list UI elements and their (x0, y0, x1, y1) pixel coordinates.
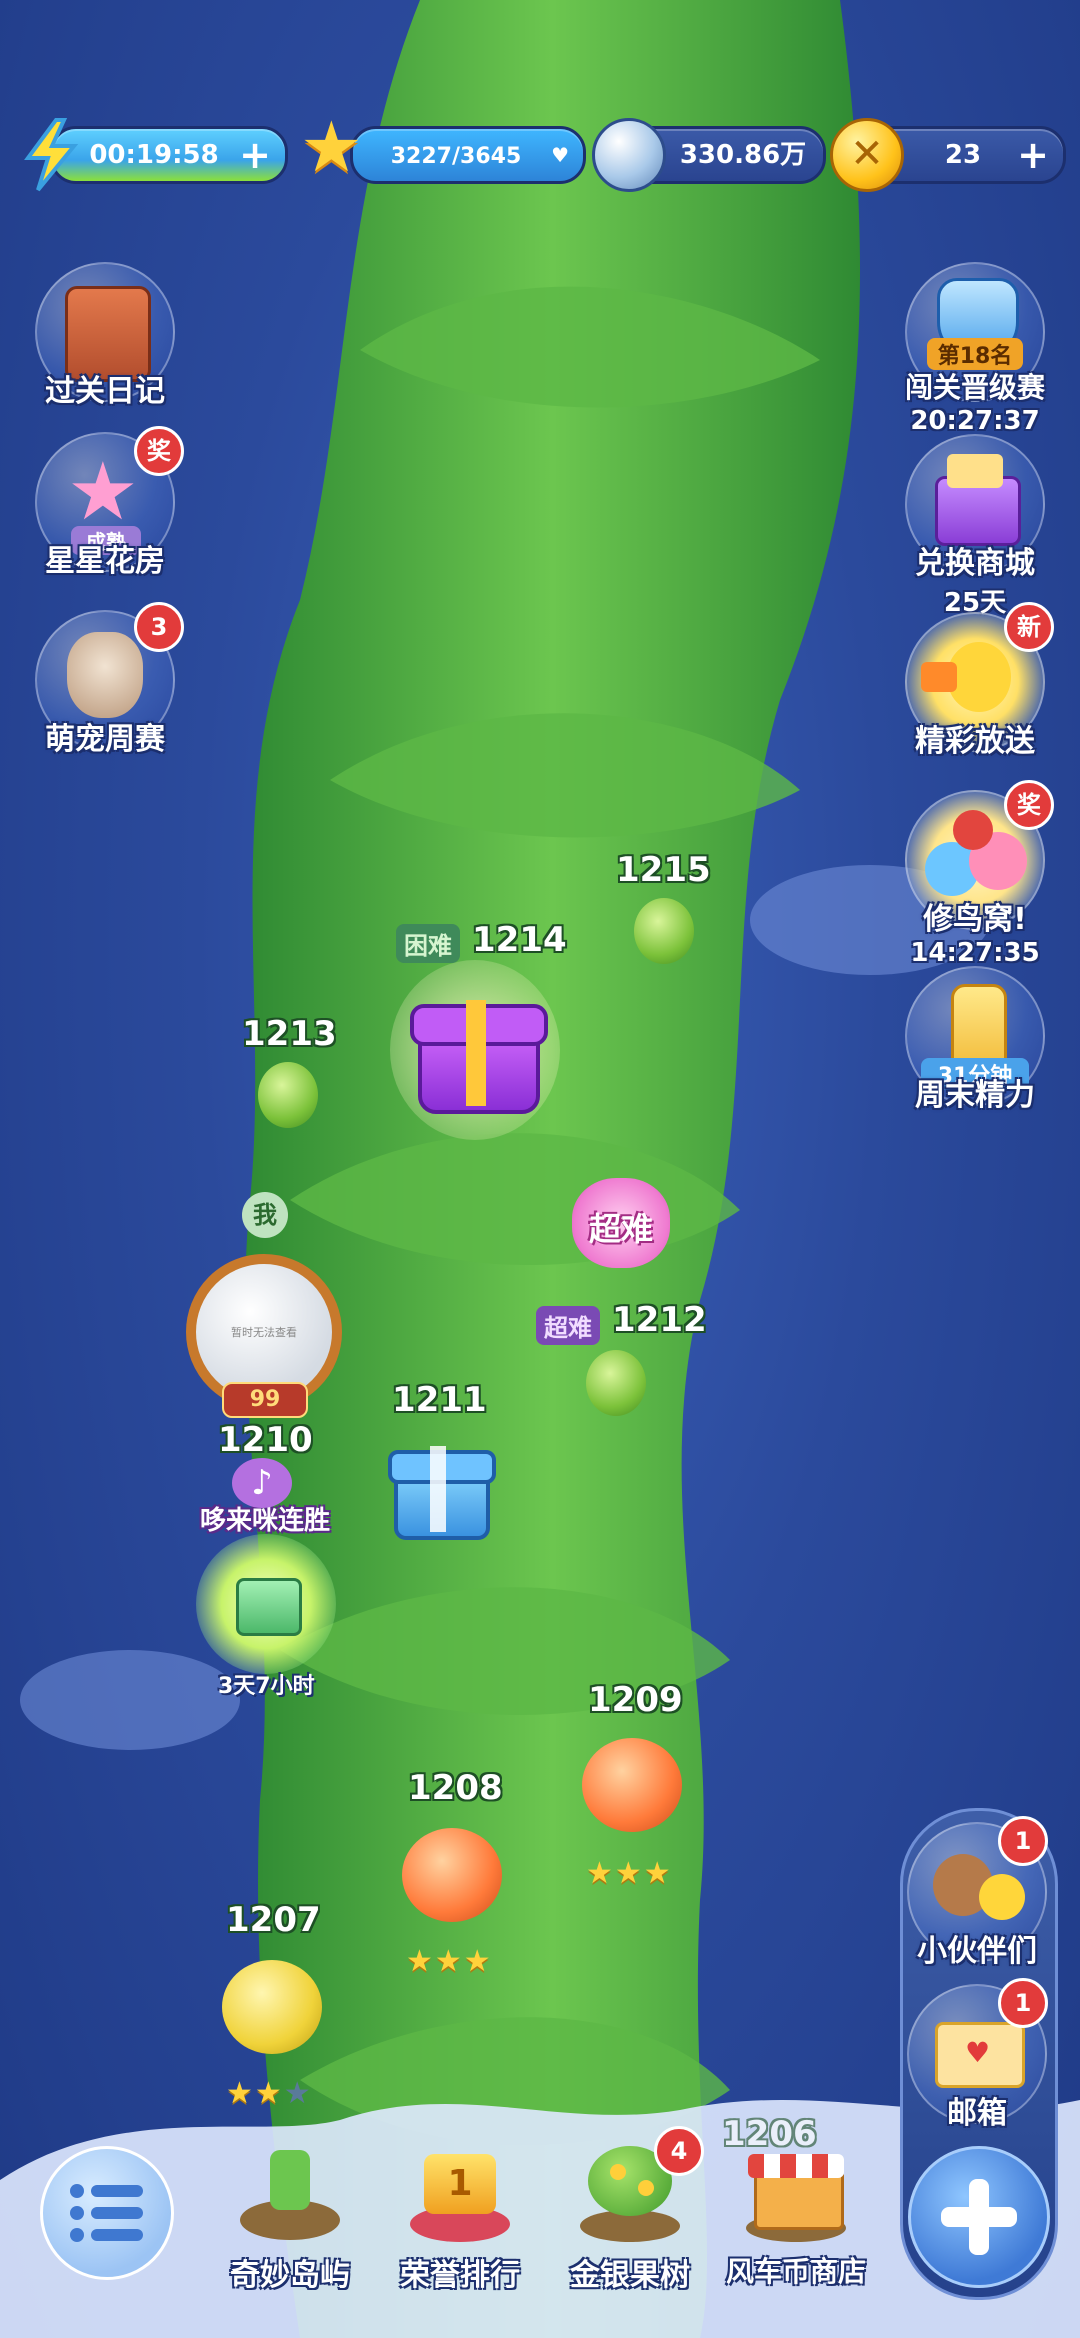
count-badge: 3 (134, 602, 184, 652)
weekend-energy-label: 周末精力 (915, 1078, 1035, 1113)
menu-icon (70, 2184, 143, 2242)
nav-gold-silver-tree-label: 金银果树 (570, 2258, 690, 2293)
new-badge: 新 (1004, 602, 1054, 652)
energy-timer-text: 00:19:58 (89, 140, 219, 170)
level-1210-gift-node[interactable] (196, 1534, 336, 1674)
featured-broadcast-button[interactable]: 精彩放送 新 (900, 602, 1054, 760)
level-1208-stars: ★★★ (406, 1944, 493, 1979)
island-palm-icon (230, 2140, 350, 2250)
level-1214-label: 1214 (472, 920, 567, 960)
repair-nest-button[interactable]: 修鸟窝! 14:27:35 奖 (900, 780, 1054, 968)
exchange-shop-button[interactable]: 兑换商城 25天 (900, 434, 1050, 619)
silver-amount-text: 330.86万 (679, 140, 807, 170)
mailbox-badge: 1 (998, 1978, 1048, 2028)
level-1214-gift-node[interactable] (390, 960, 560, 1140)
reward-badge: 奖 (1004, 780, 1054, 830)
promotion-contest-label: 闯关晋级赛 (904, 371, 1045, 404)
super-hard-flower-text: 超难 (588, 1210, 653, 1248)
level-1209-node[interactable] (582, 1738, 682, 1832)
stars-progress-text: 3227/3645 (390, 144, 522, 169)
level-diary-label: 过关日记 (45, 374, 165, 409)
level-1207-node[interactable] (222, 1960, 322, 2054)
green-gift-icon (236, 1578, 302, 1636)
reward-badge: 奖 (134, 426, 184, 476)
level-1208-node[interactable] (402, 1828, 502, 1922)
level-1215-label: 1215 (616, 850, 711, 890)
player-level-ribbon: 99 (222, 1382, 308, 1418)
stars-progress-pill[interactable]: 3227/3645 ♥ (350, 126, 586, 184)
level-diary-button[interactable]: 过关日记 (30, 262, 180, 410)
coins-text: 23 (944, 140, 982, 170)
level-1212-label: 1212 (612, 1300, 707, 1340)
nav-wonder-island-label: 奇妙岛屿 (230, 2258, 350, 2293)
level-1207-label: 1207 (226, 1900, 321, 1940)
nav-windmill-shop[interactable]: 风车币商店 (716, 2140, 876, 2290)
level-1210-label: 1210 (218, 1420, 313, 1460)
level-1215-node[interactable] (634, 898, 694, 964)
repair-nest-timer: 14:27:35 (910, 938, 1040, 968)
nav-honor-ranking[interactable]: 1 荣誉排行 (380, 2140, 540, 2294)
pet-weekly-contest-label: 萌宠周赛 (45, 722, 165, 757)
star-icon: ★ (300, 106, 363, 188)
exchange-shop-label: 兑换商城 (915, 546, 1035, 581)
level-1214-difficulty-tag: 困难 (396, 924, 460, 963)
tree-badge: 4 (654, 2126, 704, 2176)
nav-gold-silver-tree[interactable]: 金银果树 4 (550, 2126, 710, 2294)
level-1209-label: 1209 (588, 1680, 683, 1720)
friends-label: 小伙伴们 (917, 1934, 1037, 1969)
energy-timer-pill[interactable]: 00:19:58 + (50, 126, 288, 184)
nav-honor-ranking-label: 荣誉排行 (400, 2258, 520, 2293)
nav-windmill-shop-label: 风车币商店 (725, 2255, 866, 2288)
plus-icon (941, 2179, 1017, 2255)
expand-plus-button[interactable] (908, 2146, 1050, 2288)
streak-event-timer: 3天7小时 (218, 1674, 315, 1699)
me-marker: 我 (242, 1192, 288, 1238)
super-hard-flower-marker: 超难 (566, 1170, 676, 1274)
level-1213-node[interactable] (258, 1062, 318, 1128)
plus-icon[interactable]: + (239, 129, 271, 181)
shop-stall-icon (736, 2140, 856, 2250)
level-1208-label: 1208 (408, 1768, 503, 1808)
friends-badge: 1 (998, 1816, 1048, 1866)
menu-button[interactable] (40, 2146, 174, 2280)
mailbox-button[interactable]: ♥ 邮箱 1 (902, 1978, 1052, 2132)
plus-icon[interactable]: + (1017, 129, 1049, 181)
level-1212-difficulty-tag: 超难 (536, 1306, 600, 1345)
avatar-placeholder-text: 暂时无法查看 (231, 1326, 297, 1339)
nav-wonder-island[interactable]: 奇妙岛屿 (210, 2140, 370, 2294)
repair-nest-label: 修鸟窝! (923, 902, 1027, 937)
mailbox-label: 邮箱 (947, 2096, 1007, 2131)
leaf-coin-icon (592, 118, 666, 192)
lightning-icon (24, 118, 79, 192)
level-1211-label: 1211 (392, 1380, 487, 1420)
weekend-energy-button[interactable]: 31分钟 周末精力 (900, 966, 1050, 1114)
level-1213-label: 1213 (242, 1014, 337, 1054)
star-greenhouse-label: 星星花房 (45, 544, 165, 579)
gold-coin-icon: ✕ (830, 118, 904, 192)
music-note-icon: ♪ (232, 1458, 292, 1508)
promotion-contest-button[interactable]: 第18名 闯关晋级赛 20:27:37 (900, 262, 1050, 436)
level-1207-stars: ★★★ (226, 2076, 313, 2111)
heart-drop-icon: ♥ (551, 143, 569, 167)
level-1209-stars: ★★★ (586, 1856, 673, 1891)
crown-icon: 1 (400, 2140, 520, 2250)
featured-broadcast-label: 精彩放送 (915, 724, 1035, 759)
level-1211-gift-node[interactable] (388, 1430, 496, 1540)
level-1212-node[interactable] (586, 1350, 646, 1416)
pet-weekly-contest-button[interactable]: 萌宠周赛 3 (30, 602, 184, 758)
star-greenhouse-button[interactable]: ★ 成熟 星星花房 奖 (30, 426, 184, 580)
promotion-contest-timer: 20:27:37 (910, 406, 1040, 436)
friends-button[interactable]: 小伙伴们 1 (902, 1816, 1052, 1970)
